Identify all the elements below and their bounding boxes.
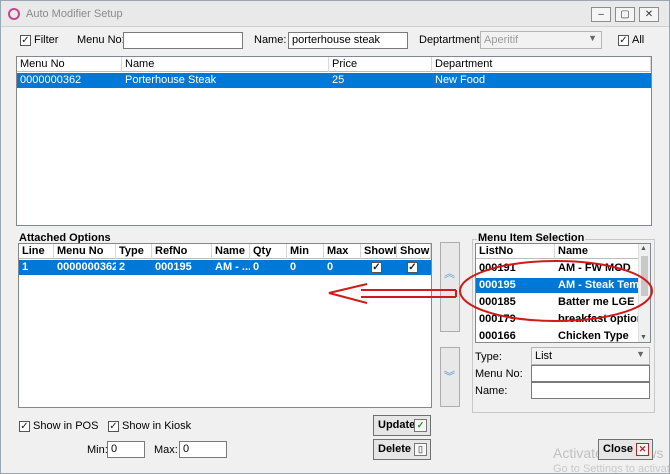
auto-modifier-window: Auto Modifier Setup – ▢ ✕ ✓ Filter Menu … xyxy=(0,0,670,474)
annotation-arrow-head xyxy=(328,283,368,304)
annotation-overlay xyxy=(328,260,653,322)
highlight-ellipse xyxy=(459,260,653,322)
